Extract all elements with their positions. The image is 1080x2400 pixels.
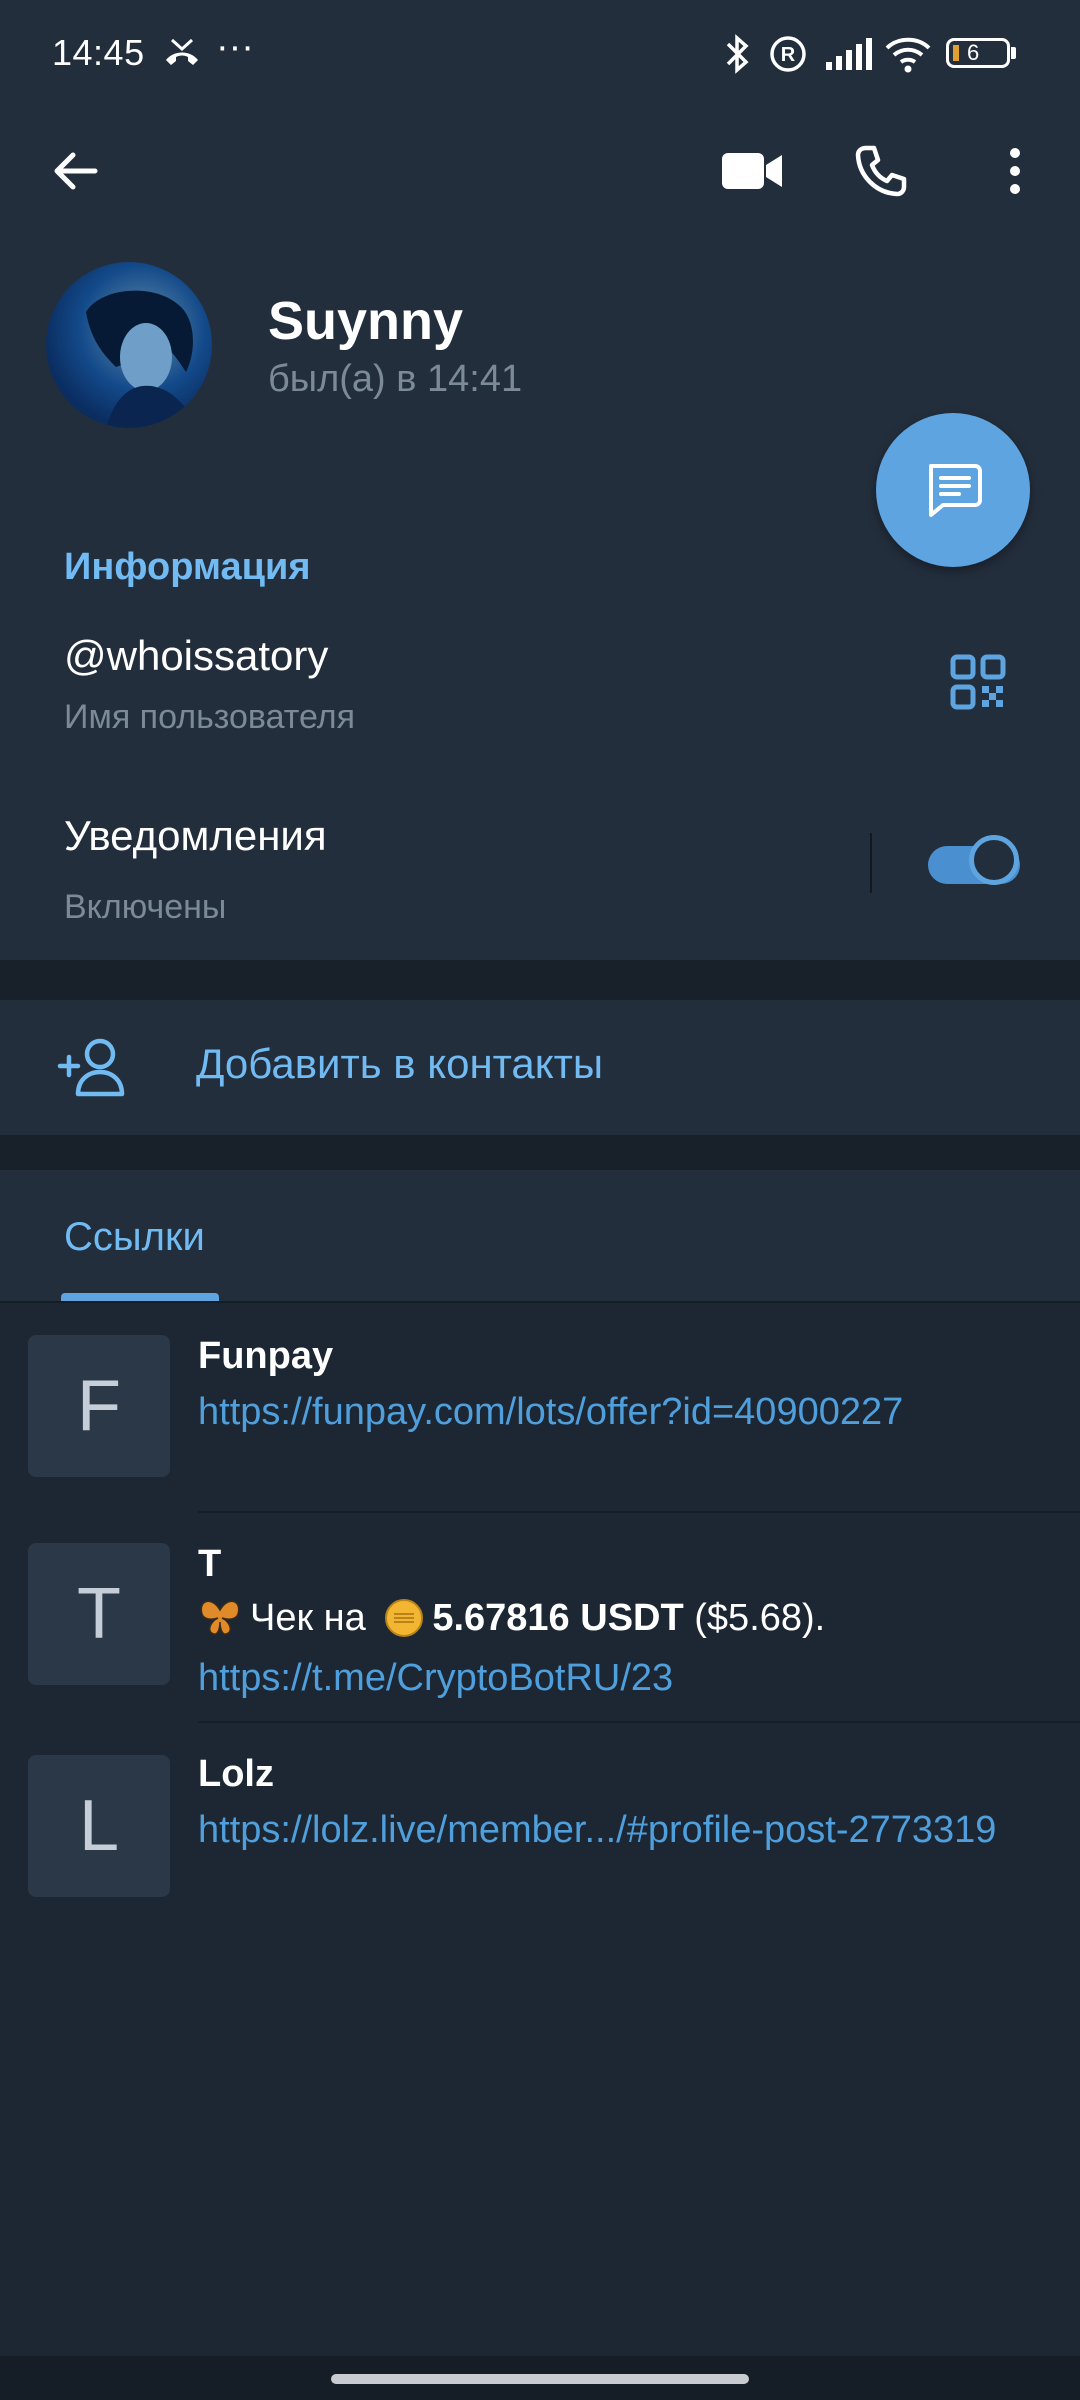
link-url[interactable]: https://lolz.live/member.../#profile-pos… (198, 1809, 996, 1852)
add-contact-label[interactable]: Добавить в контакты (196, 1040, 603, 1088)
qr-code-icon (950, 654, 1006, 710)
tab-indicator (61, 1293, 219, 1301)
notifications-status: Включены (64, 888, 227, 926)
registered-icon: R (770, 36, 806, 72)
profile-name: Suynny (268, 291, 464, 351)
link-title: Funpay (198, 1335, 334, 1377)
message-button[interactable] (876, 413, 1030, 567)
more-vert-icon (1010, 148, 1020, 194)
back-button[interactable] (30, 126, 120, 216)
chat-icon (929, 464, 982, 517)
section-gap (0, 960, 1080, 1000)
battery-tip (1011, 47, 1016, 59)
arrow-left-icon (54, 152, 98, 190)
signal-icon (826, 38, 872, 70)
video-call-button[interactable] (707, 126, 797, 216)
link-title: T (198, 1543, 222, 1585)
link-title: Lolz (198, 1753, 274, 1795)
link-description: Чек на 5.67816 USDT ($5.68). (198, 1597, 825, 1640)
add-user-icon (57, 1038, 125, 1097)
avatar[interactable] (46, 262, 212, 428)
notifications-toggle-thumb[interactable] (969, 835, 1019, 885)
phone-missed-icon (166, 38, 198, 65)
link-url[interactable]: https://t.me/CryptoBotRU/23 (198, 1657, 673, 1700)
battery-icon: 6 (946, 38, 1010, 68)
link-thumbnail: L (28, 1755, 170, 1897)
link-url[interactable]: https://funpay.com/lots/offer?id=4090022… (198, 1391, 903, 1434)
check-prefix: Чек на (250, 1597, 366, 1639)
phone-icon (855, 145, 907, 197)
check-usd: ($5.68). (694, 1597, 826, 1639)
video-call-icon (722, 153, 782, 189)
list-item[interactable]: T T Чек на 5.67816 USDT ($5.68). https:/… (0, 1513, 1080, 1721)
section-gap (0, 1135, 1080, 1170)
link-thumbnail: T (28, 1543, 170, 1685)
list-item[interactable]: F Funpay https://funpay.com/lots/offer?i… (0, 1303, 1080, 1511)
username-label: Имя пользователя (64, 698, 355, 736)
butterfly-icon (200, 1600, 240, 1635)
qr-code-button[interactable] (950, 654, 1010, 714)
bluetooth-icon (726, 34, 749, 74)
notifications-label[interactable]: Уведомления (64, 812, 327, 860)
check-amount: 5.67816 USDT (432, 1597, 684, 1639)
link-thumbnail: F (28, 1335, 170, 1477)
call-button[interactable] (836, 126, 926, 216)
notifications-divider (870, 833, 872, 893)
info-section-title: Информация (64, 546, 311, 588)
coin-icon (385, 1599, 424, 1637)
wifi-icon (885, 37, 931, 73)
tab-links[interactable]: Ссылки (64, 1215, 205, 1260)
battery-level: 6 (967, 40, 980, 65)
avatar-image (86, 290, 196, 428)
status-bar: 14:45 ··· R 6 (0, 0, 1080, 110)
username-value[interactable]: @whoissatory (64, 632, 328, 680)
svg-text:R: R (781, 44, 796, 66)
home-gesture-handle[interactable] (331, 2374, 749, 2384)
list-item[interactable]: L Lolz https://lolz.live/member.../#prof… (0, 1723, 1080, 1931)
status-time: 14:45 (52, 32, 145, 73)
status-more: ··· (216, 26, 254, 68)
last-seen: был(а) в 14:41 (268, 358, 523, 400)
more-menu-button[interactable] (970, 126, 1060, 216)
